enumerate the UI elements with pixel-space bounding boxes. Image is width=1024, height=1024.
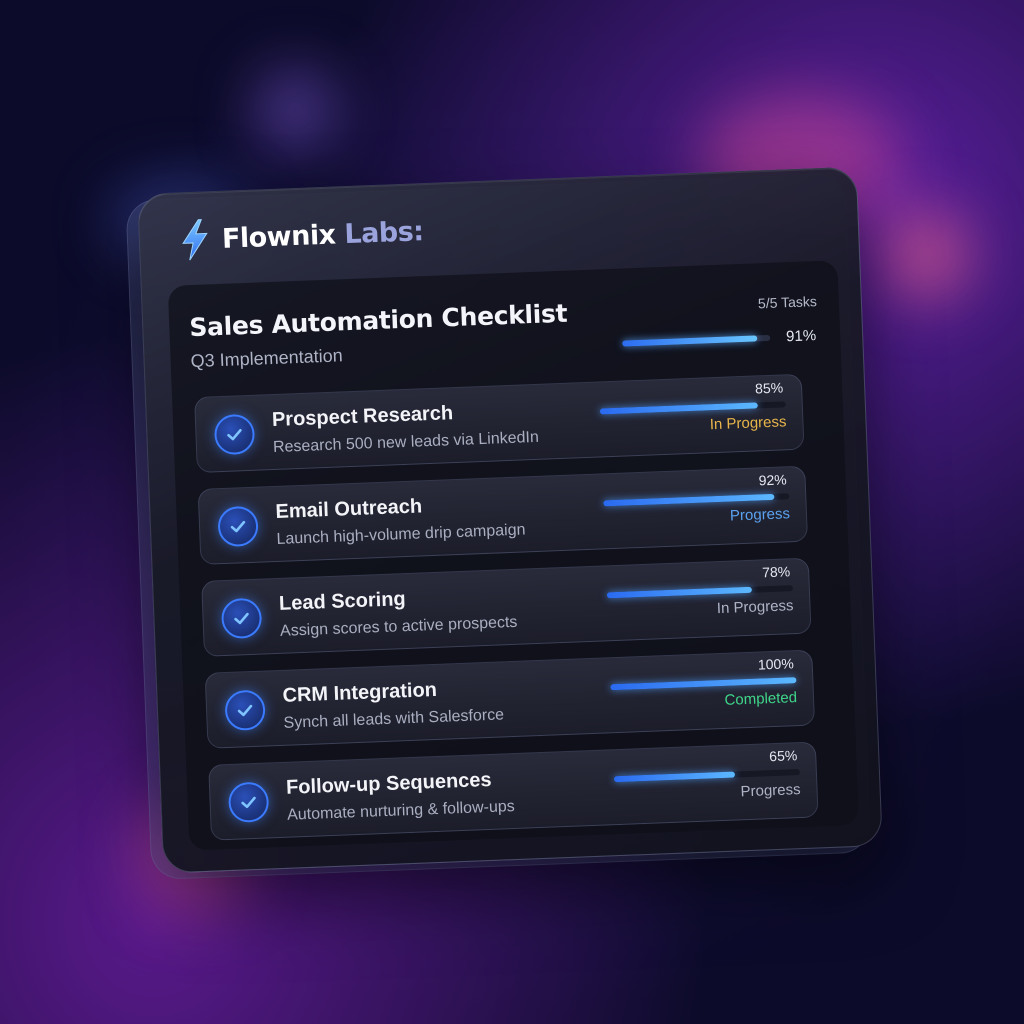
task-progress-label: 85% bbox=[754, 379, 784, 397]
task-description: Research 500 new leads via LinkedIn bbox=[272, 428, 540, 457]
brand-name-primary: Flownix bbox=[221, 218, 337, 255]
task-description: Synch all leads with Salesforce bbox=[283, 706, 505, 732]
lightning-bolt-icon bbox=[182, 219, 208, 261]
task-checkbox[interactable] bbox=[224, 689, 266, 732]
task-list: Prospect Research Research 500 new leads… bbox=[168, 260, 838, 841]
checkmark-icon bbox=[241, 796, 256, 809]
checklist-panel: Sales Automation Checklist Q3 Implementa… bbox=[167, 260, 859, 851]
task-progress-fill bbox=[613, 771, 735, 783]
brand-name: Flownix Labs: bbox=[221, 216, 424, 255]
task-progress-label: 92% bbox=[758, 471, 787, 489]
task-progress-bar bbox=[613, 769, 801, 783]
checklist-subtitle: Q3 Implementation bbox=[190, 345, 344, 372]
task-title: Email Outreach bbox=[275, 495, 423, 523]
task-checkbox[interactable] bbox=[227, 781, 270, 823]
task-checkbox[interactable] bbox=[217, 505, 259, 548]
task-checkbox[interactable] bbox=[213, 413, 256, 456]
task-progress-bar bbox=[603, 493, 790, 507]
checklist-card-wrapper: Flownix Labs: Sales Automation Checklist… bbox=[125, 166, 883, 881]
checkmark-icon bbox=[230, 520, 246, 533]
task-row[interactable]: Lead Scoring Assign scores to active pro… bbox=[201, 557, 812, 657]
task-progress-fill bbox=[610, 677, 797, 691]
task-status: In Progress bbox=[709, 413, 787, 434]
task-title: CRM Integration bbox=[282, 678, 438, 707]
overall-progress-fill bbox=[622, 335, 757, 347]
task-row[interactable]: Follow-up Sequences Automate nurturing &… bbox=[208, 741, 819, 841]
task-count: 5/5 Tasks bbox=[757, 293, 818, 312]
overall-progress-bar bbox=[622, 334, 771, 347]
task-status: Completed bbox=[724, 689, 798, 709]
task-title: Follow-up Sequences bbox=[285, 768, 492, 799]
overall-progress-label: 91% bbox=[785, 327, 817, 346]
task-progress-bar bbox=[606, 585, 793, 599]
task-progress-fill bbox=[599, 402, 758, 415]
task-description: Launch high-volume drip campaign bbox=[276, 521, 526, 548]
task-description: Automate nurturing & follow-ups bbox=[286, 798, 516, 824]
task-title: Prospect Research bbox=[271, 402, 454, 432]
task-title: Lead Scoring bbox=[278, 588, 407, 615]
task-progress-bar bbox=[610, 677, 797, 691]
task-description: Assign scores to active prospects bbox=[279, 613, 518, 640]
task-progress-label: 65% bbox=[768, 747, 798, 765]
checkmark-icon bbox=[237, 704, 253, 717]
task-row[interactable]: Email Outreach Launch high-volume drip c… bbox=[197, 465, 809, 565]
checkmark-icon bbox=[234, 612, 249, 625]
brand-name-suffix: Labs: bbox=[343, 215, 425, 250]
task-status: Progress bbox=[740, 781, 801, 801]
task-progress-label: 78% bbox=[761, 563, 791, 581]
background-glow bbox=[880, 210, 970, 300]
brand-header: Flownix Labs: bbox=[179, 210, 424, 261]
task-row[interactable]: CRM Integration Synch all leads with Sal… bbox=[204, 649, 816, 749]
task-progress-label: 100% bbox=[757, 655, 795, 673]
task-status: In Progress bbox=[716, 597, 794, 618]
task-progress-bar bbox=[599, 401, 786, 415]
task-progress-fill bbox=[603, 493, 775, 507]
task-row[interactable]: Prospect Research Research 500 new leads… bbox=[194, 373, 805, 473]
task-checkbox[interactable] bbox=[220, 597, 263, 640]
task-status: Progress bbox=[729, 505, 791, 525]
checklist-title: Sales Automation Checklist bbox=[188, 298, 568, 343]
checklist-card: Flownix Labs: Sales Automation Checklist… bbox=[137, 166, 883, 874]
background-glow bbox=[255, 70, 335, 150]
task-progress-fill bbox=[606, 586, 753, 599]
checkmark-icon bbox=[227, 428, 242, 441]
